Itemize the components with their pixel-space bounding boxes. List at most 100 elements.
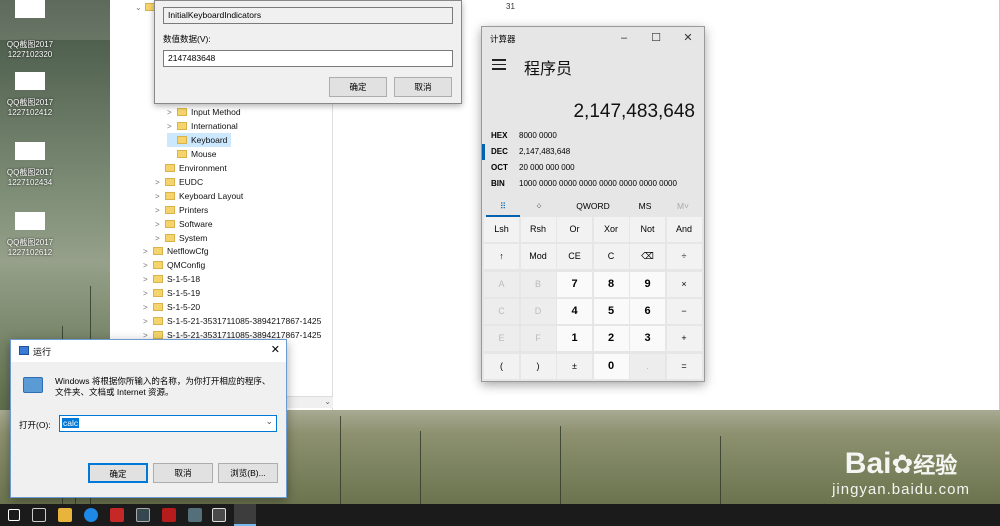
close-button[interactable]: ✕ xyxy=(676,29,700,47)
desktop-icon[interactable]: QQ截图2017 1227102320 xyxy=(0,0,60,60)
memory-list-button[interactable]: M˅ xyxy=(668,195,698,217)
app-icon-red[interactable] xyxy=(110,508,124,522)
key-and[interactable]: And xyxy=(666,217,702,242)
key-clear-entry[interactable]: CE xyxy=(557,244,592,270)
file-explorer-icon[interactable] xyxy=(58,508,72,522)
key-digit-6[interactable]: 6 xyxy=(630,298,665,324)
key-multiply[interactable]: × xyxy=(666,271,702,297)
tree-node-international[interactable]: > International xyxy=(167,119,238,133)
collapse-arrow-icon[interactable]: ⌄ xyxy=(135,1,145,15)
tree-node-s-1-5-21-a[interactable]: > S-1-5-21-3531711085-3894217867-1425 xyxy=(143,314,321,328)
radix-dec[interactable]: DEC 2,147,483,648 xyxy=(482,144,692,160)
browser-icon[interactable] xyxy=(84,508,98,522)
tree-node-s-1-5-18[interactable]: > S-1-5-18 xyxy=(143,272,200,286)
key-shift-up[interactable]: ↑ xyxy=(484,244,519,270)
tree-node-eudc[interactable]: > EUDC xyxy=(155,175,203,189)
key-lsh[interactable]: Lsh xyxy=(484,217,519,242)
calculator-taskbar-icon[interactable] xyxy=(212,508,226,522)
key-mod[interactable]: Mod xyxy=(520,244,556,270)
window-title: 运行 xyxy=(33,347,52,357)
filezilla-icon[interactable] xyxy=(162,508,176,522)
chevron-down-icon[interactable]: ⌄ xyxy=(265,416,273,427)
cancel-button[interactable]: 取消 xyxy=(394,77,452,97)
run-command-input[interactable]: calc ⌄ xyxy=(59,415,277,432)
desktop-icon[interactable]: QQ截图2017 1227102412 xyxy=(0,72,60,118)
key-digit-5[interactable]: 5 xyxy=(593,298,629,324)
tree-node-keyboard[interactable]: Keyboard xyxy=(167,133,232,147)
key-digit-2[interactable]: 2 xyxy=(593,326,629,352)
expand-arrow-icon[interactable]: > xyxy=(143,287,153,301)
key-digit-4[interactable]: 4 xyxy=(557,298,592,324)
expand-arrow-icon[interactable]: > xyxy=(167,120,177,134)
key-digit-9[interactable]: 9 xyxy=(630,271,665,297)
desktop-icon[interactable]: QQ截图2017 1227102612 xyxy=(0,212,60,258)
start-windows-icon[interactable] xyxy=(8,509,20,521)
tree-node-qmconfig[interactable]: > QMConfig xyxy=(143,258,205,272)
tree-node-netflowcfg[interactable]: > NetflowCfg xyxy=(143,244,209,258)
expand-arrow-icon[interactable]: > xyxy=(155,176,165,190)
radix-oct[interactable]: OCT 20 000 000 000 xyxy=(491,160,701,176)
cancel-button[interactable]: 取消 xyxy=(153,463,213,483)
maximize-button[interactable]: ☐ xyxy=(644,29,668,47)
browse-button[interactable]: 浏览(B)... xyxy=(218,463,278,483)
folder-icon xyxy=(153,317,163,325)
key-or[interactable]: Or xyxy=(557,217,592,242)
expand-arrow-icon[interactable]: > xyxy=(167,106,177,120)
key-digit-7[interactable]: 7 xyxy=(557,271,592,297)
full-keypad-tab[interactable]: ⠿ xyxy=(486,195,520,217)
regedit-taskbar-icon[interactable] xyxy=(234,504,256,526)
app-icon[interactable] xyxy=(188,508,202,522)
key-plus[interactable]: + xyxy=(666,326,702,352)
ok-button[interactable]: 确定 xyxy=(88,463,148,483)
scroll-right-arrow-icon[interactable]: ⌄ xyxy=(324,397,331,406)
key-open-paren[interactable]: ( xyxy=(484,353,519,379)
key-minus[interactable]: − xyxy=(666,298,702,324)
key-close-paren[interactable]: ) xyxy=(520,353,556,379)
key-xor[interactable]: Xor xyxy=(593,217,629,242)
key-digit-1[interactable]: 1 xyxy=(557,326,592,352)
radix-bin[interactable]: BIN 1000 0000 0000 0000 0000 0000 0000 00… xyxy=(491,176,701,192)
key-clear[interactable]: C xyxy=(593,244,629,270)
hamburger-menu-icon[interactable] xyxy=(492,59,506,70)
key-digit-0[interactable]: 0 xyxy=(593,353,629,379)
folder-icon xyxy=(153,303,163,311)
expand-arrow-icon[interactable]: > xyxy=(143,245,153,259)
close-button[interactable]: ✕ xyxy=(271,343,280,356)
tree-node-printers[interactable]: > Printers xyxy=(155,203,208,217)
key-digit-8[interactable]: 8 xyxy=(593,271,629,297)
tree-node-environment[interactable]: Environment xyxy=(155,161,227,175)
word-size-button[interactable]: QWORD xyxy=(568,195,618,217)
expand-arrow-icon[interactable]: > xyxy=(143,259,153,273)
tree-node-mouse[interactable]: Mouse xyxy=(167,147,217,161)
expand-arrow-icon[interactable]: > xyxy=(143,301,153,315)
key-not[interactable]: Not xyxy=(630,217,665,242)
value-data-input[interactable]: 2147483648 xyxy=(163,50,453,67)
key-divide[interactable]: ÷ xyxy=(666,244,702,270)
key-backspace[interactable]: ⌫ xyxy=(630,244,665,270)
tree-node-system[interactable]: > System xyxy=(155,231,207,245)
key-rsh[interactable]: Rsh xyxy=(520,217,556,242)
tree-node-input-method[interactable]: > Input Method xyxy=(167,105,241,119)
tree-node-software[interactable]: > Software xyxy=(155,217,213,231)
expand-arrow-icon[interactable]: > xyxy=(155,190,165,204)
expand-arrow-icon[interactable]: > xyxy=(155,218,165,232)
desktop-icon[interactable]: QQ截图2017 1227102434 xyxy=(0,142,60,188)
ok-button[interactable]: 确定 xyxy=(329,77,387,97)
radix-hex[interactable]: HEX 8000 0000 xyxy=(491,128,701,144)
task-view-icon[interactable] xyxy=(32,508,46,522)
ide-icon[interactable] xyxy=(136,508,150,522)
tree-node-s-1-5-20[interactable]: > S-1-5-20 xyxy=(143,300,200,314)
run-command-text: calc xyxy=(62,418,80,428)
key-equals[interactable]: = xyxy=(666,353,702,379)
tree-node-s-1-5-19[interactable]: > S-1-5-19 xyxy=(143,286,200,300)
minimize-button[interactable]: – xyxy=(612,29,636,47)
radix-key: OCT xyxy=(491,163,508,172)
bit-toggle-keypad-tab[interactable]: ⁘ xyxy=(522,195,556,217)
key-negate[interactable]: ± xyxy=(557,353,592,379)
memory-store-button[interactable]: MS xyxy=(630,195,660,217)
expand-arrow-icon[interactable]: > xyxy=(143,315,153,329)
key-digit-3[interactable]: 3 xyxy=(630,326,665,352)
expand-arrow-icon[interactable]: > xyxy=(155,204,165,218)
tree-node-keyboard-layout[interactable]: > Keyboard Layout xyxy=(155,189,243,203)
expand-arrow-icon[interactable]: > xyxy=(143,273,153,287)
